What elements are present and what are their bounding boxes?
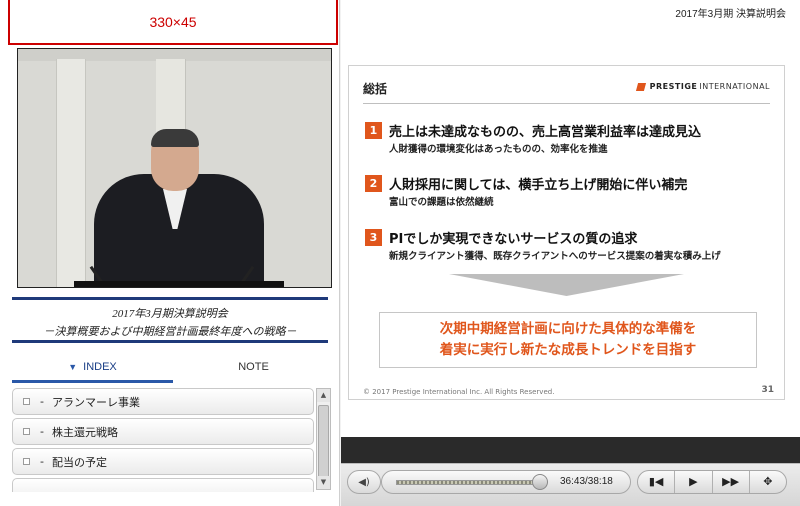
podium xyxy=(74,281,284,287)
play-icon: ▶ xyxy=(689,475,698,488)
point-main-text: 人財採用に関しては、横手立ち上げ開始に伴い補完 xyxy=(389,178,688,193)
playback-buttons: ▮◀ ▶ ▶▶ ✥ xyxy=(637,470,787,494)
checkbox-icon xyxy=(23,458,30,465)
app-root: 330×45 2017年3月期決算説明会 －決算概要および中期経営計画最終年度へ… xyxy=(0,0,800,506)
volume-icon: ◀) xyxy=(358,476,370,488)
checkbox-icon xyxy=(23,398,30,405)
list-dash: - xyxy=(40,455,44,468)
point-sub-text: 富山での課題は依然継続 xyxy=(389,197,494,208)
point-number: 3 xyxy=(365,229,382,246)
checkbox-icon xyxy=(23,428,30,435)
index-list: - アランマーレ事業 - 株主還元戦略 - 配当の予定 xyxy=(12,388,314,492)
list-dash: - xyxy=(40,425,44,438)
fullscreen-button[interactable]: ✥ xyxy=(748,471,786,493)
tab-note[interactable]: NOTE xyxy=(173,355,334,383)
page-title: 2017年3月期 決算説明会 xyxy=(675,9,786,20)
scroll-up-icon[interactable]: ▲ xyxy=(317,389,330,402)
slide-copyright: © 2017 Prestige International Inc. All R… xyxy=(363,388,555,396)
point-number: 1 xyxy=(365,122,382,139)
scroll-down-icon[interactable]: ▼ xyxy=(317,476,330,489)
slide-page-number: 31 xyxy=(761,385,774,395)
list-dash: - xyxy=(40,395,44,408)
point-main-text: PIでしか実現できないサービスの質の追求 xyxy=(389,232,638,247)
tab-index[interactable]: ▼ INDEX xyxy=(12,355,173,383)
tab-label: NOTE xyxy=(238,361,269,373)
company-logo: PRESTIGE INTERNATIONAL xyxy=(635,82,770,91)
point-sub-text: 新規クライアント獲得、既存クライアントへのサービス提案の着実な積み上げ xyxy=(389,251,721,262)
callout-line: 着実に実行し新たな成長トレンドを目指す xyxy=(439,342,697,358)
previous-button[interactable]: ▮◀ xyxy=(638,471,674,493)
player-controls: ◀) 36:43/38:18 ▮◀ ▶ ▶▶ ✥ xyxy=(341,463,800,506)
event-subtitle: －決算概要および中期経営計画最終年度への戦略－ xyxy=(43,326,297,338)
slide-heading: 総括 xyxy=(363,82,388,96)
speaker-hair xyxy=(151,129,199,147)
video-door xyxy=(56,59,86,287)
event-title-box: 2017年3月期決算説明会 －決算概要および中期経営計画最終年度への戦略－ xyxy=(12,297,328,343)
index-scrollbar[interactable]: ▲ ▼ xyxy=(316,388,331,490)
tab-bar: ▼ INDEX NOTE xyxy=(12,355,334,383)
player-band xyxy=(341,437,800,463)
list-item[interactable] xyxy=(12,478,314,492)
speaker-video[interactable] xyxy=(17,48,332,288)
progress-bar[interactable]: 36:43/38:18 xyxy=(381,470,631,494)
presentation-slide: 総括 PRESTIGE INTERNATIONAL 1 売上は未達成なものの、売… xyxy=(348,65,785,400)
volume-button[interactable]: ◀) xyxy=(347,470,381,494)
point-main-text: 売上は未達成なものの、売上高営業利益率は達成見込 xyxy=(389,125,702,140)
list-item-label: 配当の予定 xyxy=(51,455,107,469)
banner-text: 330×45 xyxy=(149,13,197,30)
seek-handle[interactable] xyxy=(531,474,548,490)
slide-callout: 次期中期経営計画に向けた具体的な準備を 着実に実行し新たな成長トレンドを目指す xyxy=(379,312,757,368)
event-title: 2017年3月期決算説明会 xyxy=(112,308,228,320)
list-item-label: 株主還元戦略 xyxy=(51,425,118,439)
fast-forward-icon: ▶▶ xyxy=(722,475,740,488)
fullscreen-icon: ✥ xyxy=(763,475,773,488)
ad-banner[interactable]: 330×45 xyxy=(8,0,338,45)
list-item[interactable]: - アランマーレ事業 xyxy=(12,388,314,415)
list-item[interactable]: - 株主還元戦略 xyxy=(12,418,314,445)
down-arrow-shape xyxy=(449,274,684,296)
logo-text: INTERNATIONAL xyxy=(699,82,770,91)
chevron-down-icon: ▼ xyxy=(68,362,78,372)
time-display: 36:43/38:18 xyxy=(560,476,613,487)
left-panel: 330×45 2017年3月期決算説明会 －決算概要および中期経営計画最終年度へ… xyxy=(0,0,340,506)
previous-icon: ▮◀ xyxy=(648,475,664,488)
scroll-thumb[interactable] xyxy=(318,405,329,479)
seek-track[interactable] xyxy=(396,480,546,485)
list-item-label: アランマーレ事業 xyxy=(51,395,140,409)
logo-mark-icon xyxy=(635,82,646,91)
right-panel: 2017年3月期 決算説明会 総括 PRESTIGE INTERNATIONAL… xyxy=(341,0,800,506)
point-sub-text: 人財獲得の環境変化はあったものの、効率化を推進 xyxy=(389,144,608,155)
play-button[interactable]: ▶ xyxy=(674,471,711,493)
callout-line: 次期中期経営計画に向けた具体的な準備を xyxy=(439,321,697,337)
logo-bold-text: PRESTIGE xyxy=(649,82,698,91)
tab-label: INDEX xyxy=(83,361,117,373)
fast-forward-button[interactable]: ▶▶ xyxy=(711,471,749,493)
point-number: 2 xyxy=(365,175,382,192)
list-item[interactable]: - 配当の予定 xyxy=(12,448,314,475)
slide-header: 総括 PRESTIGE INTERNATIONAL xyxy=(363,78,770,104)
